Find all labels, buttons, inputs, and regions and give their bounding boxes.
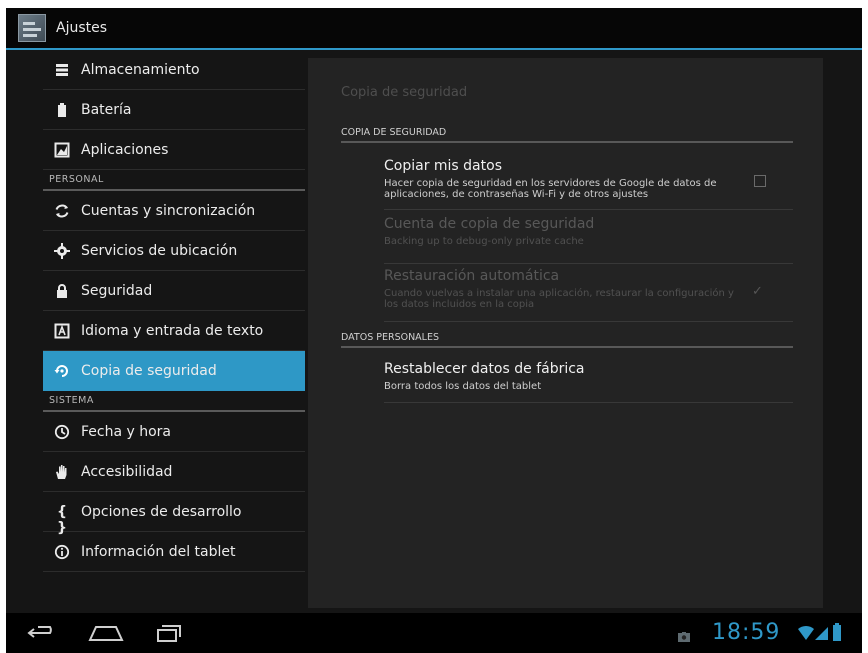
pref-title: Restablecer datos de fábrica (384, 361, 585, 377)
screenshot-notification-icon[interactable] (678, 627, 690, 642)
settings-content: Almacenamiento Batería Aplicaciones PERS… (6, 50, 862, 613)
sidebar-item-storage[interactable]: Almacenamiento (43, 50, 305, 90)
sidebar-item-label: Cuentas y sincronización (81, 203, 256, 219)
sidebar-item-developer-options[interactable]: { } Opciones de desarrollo (43, 492, 305, 536)
sidebar-section-personal: PERSONAL (43, 170, 305, 191)
sidebar-item-language-input[interactable]: Idioma y entrada de texto (43, 311, 305, 351)
pref-title: Copiar mis datos (384, 158, 502, 174)
detail-title: Copia de seguridad (341, 85, 468, 100)
recent-apps-button[interactable] (148, 621, 188, 645)
sidebar-item-label: Accesibilidad (81, 464, 173, 480)
detail-panel: Copia de seguridad COPIA DE SEGURIDAD Co… (308, 58, 823, 608)
pref-factory-reset[interactable]: Restablecer datos de fábrica Borra todos… (384, 361, 793, 403)
recent-apps-icon (157, 625, 181, 642)
section-header-backup: COPIA DE SEGURIDAD (341, 123, 793, 143)
home-button[interactable] (86, 621, 126, 645)
sidebar-item-label: Idioma y entrada de texto (81, 323, 264, 339)
section-header-label: SISTEMA (49, 395, 94, 406)
location-icon (54, 243, 70, 259)
sidebar-item-location[interactable]: Servicios de ubicación (43, 231, 305, 271)
sidebar-item-apps[interactable]: Aplicaciones (43, 130, 305, 170)
settings-sidebar: Almacenamiento Batería Aplicaciones PERS… (43, 50, 305, 613)
sidebar-item-label: Servicios de ubicación (81, 243, 238, 259)
sidebar-item-label: Fecha y hora (81, 424, 172, 440)
sidebar-item-accessibility[interactable]: Accesibilidad (43, 452, 305, 492)
section-header-label: PERSONAL (49, 174, 104, 185)
sidebar-item-label: Información del tablet (81, 544, 236, 560)
backup-data-checkbox[interactable] (754, 175, 766, 187)
sidebar-section-system: SISTEMA (43, 391, 305, 412)
back-button[interactable] (24, 621, 64, 645)
settings-app-icon[interactable] (18, 14, 46, 42)
status-clock[interactable]: 18:59 (712, 620, 780, 645)
sidebar-item-backup[interactable]: Copia de seguridad (43, 351, 305, 391)
pref-summary: Backing up to debug-only private cache (384, 236, 584, 247)
clock-icon (54, 424, 70, 440)
pref-summary: Hacer copia de seguridad en los servidor… (384, 178, 717, 200)
section-header-label: DATOS PERSONALES (341, 332, 440, 343)
signal-icon (815, 625, 829, 641)
action-bar: Ajustes (6, 8, 862, 50)
language-icon (54, 323, 70, 339)
hand-icon (54, 464, 70, 480)
pref-auto-restore: Restauración automática Cuando vuelvas a… (384, 268, 793, 322)
auto-restore-checkmark-icon: ✓ (752, 284, 763, 299)
section-header-personal-data: DATOS PERSONALES (341, 328, 793, 348)
page-title: Ajustes (56, 20, 108, 36)
sidebar-item-security[interactable]: Seguridad (43, 271, 305, 311)
sidebar-item-label: Almacenamiento (81, 62, 200, 78)
braces-icon: { } (57, 504, 67, 536)
backup-icon (54, 363, 70, 379)
pref-title: Cuenta de copia de seguridad (384, 216, 595, 232)
back-icon (27, 626, 52, 638)
section-header-label: COPIA DE SEGURIDAD (341, 127, 447, 138)
storage-icon (54, 62, 70, 78)
sidebar-item-label: Seguridad (81, 283, 153, 299)
home-icon (88, 626, 124, 641)
sidebar-item-label: Opciones de desarrollo (81, 504, 242, 520)
sidebar-item-label: Aplicaciones (81, 142, 169, 158)
sync-icon (54, 203, 70, 219)
lock-icon (54, 283, 70, 299)
pref-backup-my-data[interactable]: Copiar mis datos Hacer copia de segurida… (384, 158, 793, 210)
apps-icon (54, 142, 70, 158)
pref-backup-account: Cuenta de copia de seguridad Backing up … (384, 216, 793, 264)
battery-status-icon (832, 623, 842, 641)
tablet-screen: Ajustes Almacenamiento Batería Aplicacio… (6, 8, 862, 653)
sidebar-item-label: Batería (81, 102, 132, 118)
pref-summary: Borra todos los datos del tablet (384, 381, 542, 392)
info-icon (54, 544, 70, 560)
sidebar-item-accounts-sync[interactable]: Cuentas y sincronización (43, 191, 305, 231)
sidebar-item-label: Copia de seguridad (81, 363, 217, 379)
pref-summary: Cuando vuelvas a instalar una aplicación… (384, 288, 734, 310)
sidebar-item-battery[interactable]: Batería (43, 90, 305, 130)
sidebar-item-tablet-info[interactable]: Información del tablet (43, 532, 305, 572)
sidebar-item-date-time[interactable]: Fecha y hora (43, 412, 305, 452)
system-navigation-bar: 18:59 (6, 613, 862, 653)
pref-title: Restauración automática (384, 268, 560, 284)
battery-icon (54, 102, 70, 118)
wifi-icon (798, 625, 814, 641)
